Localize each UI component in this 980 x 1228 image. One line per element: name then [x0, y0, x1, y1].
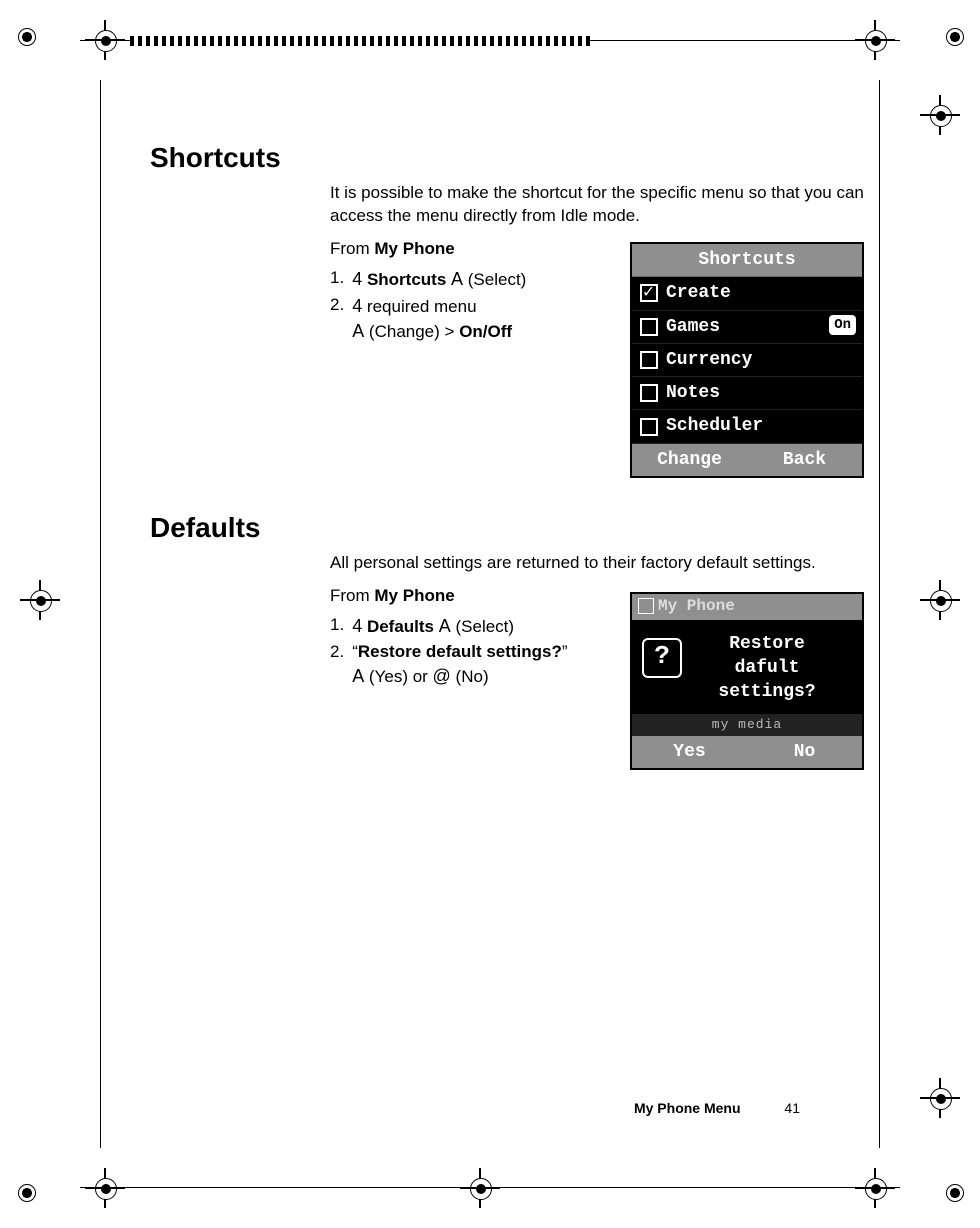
nav-symbol-icon: 4 — [352, 269, 362, 289]
phone-softkey-left: Yes — [632, 736, 747, 768]
phone-list-item: Scheduler — [632, 410, 862, 443]
step-tail: (Select) — [468, 270, 527, 289]
crop-mark-icon — [855, 1168, 895, 1208]
softkey-symbol-icon: A — [352, 321, 364, 341]
checked-box-icon — [640, 284, 658, 302]
decorative-arrow-border-icon — [130, 36, 590, 46]
quote-close: ” — [562, 642, 568, 661]
step-bold: Shortcuts — [367, 270, 446, 289]
phone-title-text: My Phone — [658, 597, 735, 615]
crop-mark-icon — [920, 580, 960, 620]
shortcuts-intro-text: It is possible to make the shortcut for … — [330, 182, 870, 228]
nav-symbol-icon: 4 — [352, 296, 362, 316]
phone-titlebar: My Phone — [632, 594, 862, 620]
registration-mark-icon — [12, 1178, 40, 1206]
phone-item-label: Create — [666, 281, 731, 305]
from-target: My Phone — [374, 586, 454, 605]
phone-item-label: Currency — [666, 348, 752, 372]
step-bold: Restore default settings? — [358, 642, 562, 661]
phone-screenshot-shortcuts: Shortcuts Create Games On Currency Notes… — [630, 242, 864, 478]
phone-item-label: Games — [666, 315, 720, 339]
page-number: 41 — [784, 1100, 800, 1116]
phone-list-item: Create — [632, 277, 862, 310]
nav-symbol-icon: 4 — [352, 616, 362, 636]
step-number: 1. — [330, 614, 344, 639]
registration-mark-icon — [12, 22, 40, 50]
step-number: 2. — [330, 294, 344, 344]
from-target: My Phone — [374, 239, 454, 258]
defaults-intro-text: All personal settings are returned to th… — [330, 552, 870, 575]
crop-mark-icon — [920, 95, 960, 135]
heading-shortcuts: Shortcuts — [150, 142, 870, 174]
defaults-steps: 1. 4 Defaults A (Select) 2. “Restore def… — [330, 614, 620, 689]
crop-mark-icon — [85, 1168, 125, 1208]
dialog-line: Restore — [678, 632, 856, 656]
phone-subbar: my media — [632, 714, 862, 736]
phone-softkey-left: Change — [632, 444, 747, 476]
step-text: (No) — [451, 667, 489, 686]
dialog-line: dafult — [678, 656, 856, 680]
step-number: 2. — [330, 641, 344, 689]
step-bold: On/Off — [459, 322, 512, 341]
step-bold: Defaults — [367, 617, 434, 636]
shortcuts-steps: 1. 4 Shortcuts A (Select) 2. 4 required … — [330, 267, 620, 344]
dialog-line: settings? — [678, 680, 856, 704]
unchecked-box-icon — [640, 384, 658, 402]
from-prefix: From — [330, 586, 374, 605]
softkey-symbol-icon: A — [352, 666, 364, 686]
phone-item-label: Notes — [666, 381, 720, 405]
title-icon — [638, 598, 654, 614]
question-mark-icon: ? — [642, 638, 682, 678]
softkey-symbol-icon: A — [451, 269, 463, 289]
unchecked-box-icon — [640, 318, 658, 336]
from-prefix: From — [330, 239, 374, 258]
step-number: 1. — [330, 267, 344, 292]
registration-mark-icon — [940, 1178, 968, 1206]
crop-line-icon — [100, 80, 101, 1148]
phone-softkey-right: Back — [747, 444, 862, 476]
unchecked-box-icon — [640, 418, 658, 436]
phone-titlebar: Shortcuts — [632, 244, 862, 277]
step-text: (Change) > — [364, 322, 459, 341]
phone-list-item: Games On — [632, 311, 862, 344]
page-footer: My Phone Menu 41 — [0, 1100, 980, 1116]
step-text: (Yes) or — [364, 667, 432, 686]
crop-mark-icon — [20, 580, 60, 620]
unchecked-box-icon — [640, 351, 658, 369]
phone-screenshot-defaults: My Phone ? Restore dafult settings? my m… — [630, 592, 864, 770]
phone-softkey-right: No — [747, 736, 862, 768]
phone-dialog-body: ? Restore dafult settings? — [632, 620, 862, 715]
step-text: required menu — [362, 297, 476, 316]
on-badge: On — [829, 315, 856, 336]
crop-line-icon — [80, 1187, 900, 1188]
registration-mark-icon — [940, 22, 968, 50]
crop-mark-icon — [460, 1168, 500, 1208]
footer-title: My Phone Menu — [634, 1100, 741, 1116]
phone-item-label: Scheduler — [666, 414, 763, 438]
heading-defaults: Defaults — [150, 512, 870, 544]
step-tail: (Select) — [456, 617, 515, 636]
softkey-symbol-icon: @ — [433, 666, 451, 686]
crop-line-icon — [879, 80, 880, 1148]
softkey-symbol-icon: A — [439, 616, 451, 636]
phone-list-item: Currency — [632, 344, 862, 377]
phone-list-item: Notes — [632, 377, 862, 410]
